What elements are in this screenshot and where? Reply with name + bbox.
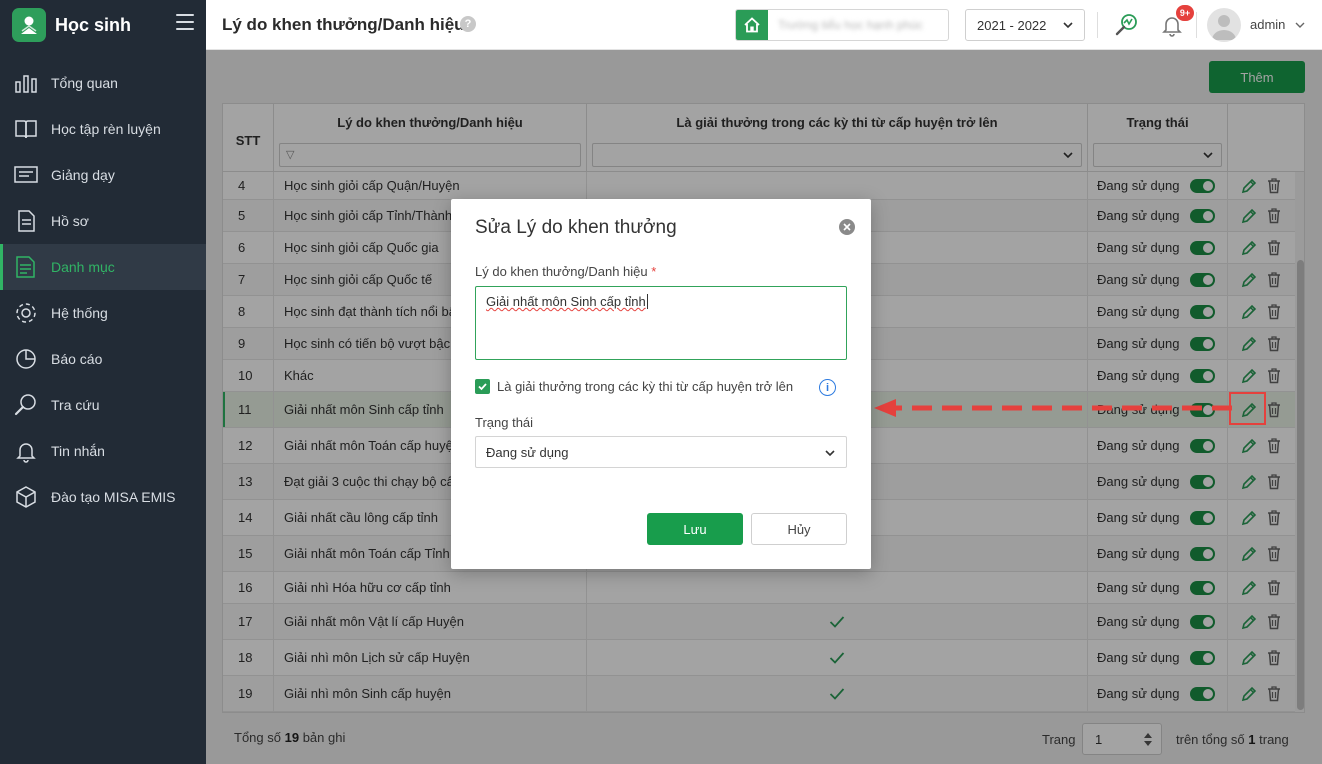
sidebar-item-label: Học tập rèn luyện xyxy=(51,121,161,137)
award-name-textarea[interactable]: Giải nhất môn Sinh cấp tỉnh xyxy=(475,286,847,360)
checkbox-checked-icon[interactable] xyxy=(475,379,490,394)
checkbox-label: Là giải thưởng trong các kỳ thi từ cấp h… xyxy=(497,379,794,394)
dialog-title: Sửa Lý do khen thưởng xyxy=(475,217,677,238)
sidebar-item-hoc-tap-ren-luyen[interactable]: Học tập rèn luyện xyxy=(0,106,206,152)
district-award-checkbox[interactable]: Là giải thưởng trong các kỳ thi từ cấp h… xyxy=(475,379,793,394)
sidebar-item-label: Hệ thống xyxy=(51,305,108,321)
sidebar-item-bao-cao[interactable]: Báo cáo xyxy=(0,336,206,382)
top-header: Lý do khen thưởng/Danh hiệu ? Trường tiể… xyxy=(206,0,1322,50)
chevron-down-icon xyxy=(1063,22,1073,29)
header-divider xyxy=(1196,12,1197,38)
edit-award-dialog: Sửa Lý do khen thưởng Lý do khen thưởng/… xyxy=(451,199,871,569)
hamburger-menu-icon[interactable] xyxy=(176,14,194,30)
award-name-value: Giải nhất môn Sinh cấp tỉnh xyxy=(486,294,646,309)
school-name: Trường tiểu học hạnh phúc xyxy=(778,18,923,32)
school-year-value: 2021 - 2022 xyxy=(977,18,1047,33)
bell-icon xyxy=(12,438,40,464)
board-icon xyxy=(12,162,40,188)
name-field-label: Lý do khen thưởng/Danh hiệu * xyxy=(475,264,657,279)
save-button[interactable]: Lưu xyxy=(647,513,743,545)
annotation-arrow-icon xyxy=(874,399,1232,417)
school-year-select[interactable]: 2021 - 2022 xyxy=(965,9,1085,41)
status-select[interactable]: Đang sử dụng xyxy=(475,436,847,468)
search-icon xyxy=(12,392,40,418)
school-selector[interactable]: Trường tiểu học hạnh phúc xyxy=(735,9,949,41)
close-icon[interactable] xyxy=(839,219,855,235)
sidebar-header: Học sinh xyxy=(0,0,206,50)
required-mark: * xyxy=(651,264,657,279)
cube-icon xyxy=(12,484,40,510)
page-title: Lý do khen thưởng/Danh hiệu xyxy=(222,15,465,34)
chevron-down-icon xyxy=(825,450,835,457)
sidebar-item-label: Báo cáo xyxy=(51,351,103,367)
help-icon[interactable]: ? xyxy=(460,16,476,32)
sidebar-item-label: Đào tạo MISA EMIS xyxy=(51,489,176,505)
user-name[interactable]: admin xyxy=(1250,17,1285,32)
sidebar-item-label: Giảng dạy xyxy=(51,167,115,183)
info-icon[interactable]: i xyxy=(819,379,836,396)
sidebar-item-label: Tổng quan xyxy=(51,75,118,91)
status-field-label: Trạng thái xyxy=(475,415,534,430)
sidebar-item-label: Tin nhắn xyxy=(51,443,105,459)
sidebar-item-he-thong[interactable]: Hệ thống xyxy=(0,290,206,336)
student-logo-icon xyxy=(12,8,46,42)
sidebar-item-label: Tra cứu xyxy=(51,397,100,413)
folder-list-icon xyxy=(12,254,40,280)
avatar[interactable] xyxy=(1207,8,1241,42)
chevron-down-icon[interactable] xyxy=(1294,19,1306,31)
sidebar-item-label: Hồ sơ xyxy=(51,213,89,229)
document-icon xyxy=(12,208,40,234)
app-title: Học sinh xyxy=(55,14,132,35)
notification-badge: 9+ xyxy=(1176,5,1194,21)
sidebar-item-tong-quan[interactable]: Tổng quan xyxy=(0,60,206,106)
sidebar-item-ho-so[interactable]: Hồ sơ xyxy=(0,198,206,244)
sidebar-item-tra-cuu[interactable]: Tra cứu xyxy=(0,382,206,428)
sidebar-item-label: Danh mục xyxy=(51,259,115,275)
sidebar: Học sinh Tổng quan Học tập rèn luyện Giảng… xyxy=(0,0,206,764)
gear-icon xyxy=(12,300,40,326)
status-select-value: Đang sử dụng xyxy=(486,445,569,460)
activity-search-icon[interactable] xyxy=(1112,10,1142,40)
sidebar-item-danh-muc[interactable]: Danh mục xyxy=(0,244,206,290)
sidebar-item-dao-tao-misa-emis[interactable]: Đào tạo MISA EMIS xyxy=(0,474,206,520)
chart-bars-icon xyxy=(12,70,40,96)
sidebar-item-tin-nhan[interactable]: Tin nhắn xyxy=(0,428,206,474)
sidebar-menu: Tổng quan Học tập rèn luyện Giảng dạy Hồ sơ… xyxy=(0,60,206,520)
sidebar-item-giang-day[interactable]: Giảng dạy xyxy=(0,152,206,198)
home-icon xyxy=(736,10,768,40)
cancel-button[interactable]: Hủy xyxy=(751,513,847,545)
header-divider xyxy=(1097,12,1098,38)
annotation-highlight-box xyxy=(1229,392,1266,425)
book-icon xyxy=(12,116,40,142)
pie-chart-icon xyxy=(12,346,40,372)
